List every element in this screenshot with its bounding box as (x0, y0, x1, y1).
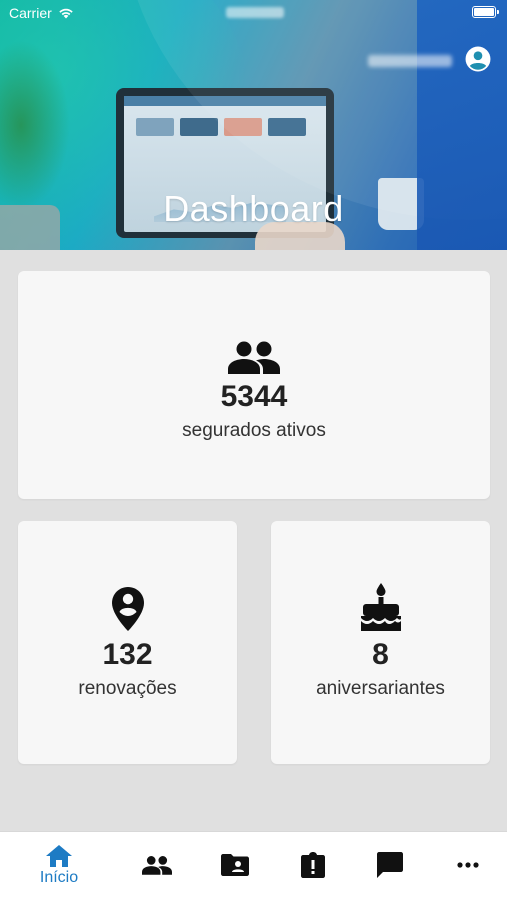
status-bar-carrier: Carrier (9, 5, 74, 21)
carrier-label: Carrier (9, 5, 52, 21)
birthdays-count: 8 (372, 637, 389, 671)
chat-icon (377, 852, 403, 878)
birthdays-label: aniversariantes (316, 677, 445, 699)
more-icon (457, 862, 479, 868)
renewals-count: 132 (102, 637, 153, 671)
tab-contacts[interactable] (219, 832, 251, 901)
birthdays-card[interactable]: 8 aniversariantes (271, 521, 490, 764)
status-time-redacted (226, 7, 284, 18)
tab-messages[interactable] (375, 832, 405, 901)
page-title: Dashboard (163, 188, 344, 229)
renewals-label: renovações (78, 677, 177, 699)
wifi-icon (59, 8, 73, 19)
tab-more[interactable] (451, 832, 485, 901)
tab-tasks[interactable] (298, 832, 328, 901)
home-icon (46, 845, 72, 867)
clipboard-alert-icon (301, 852, 325, 878)
insured-count: 5344 (220, 380, 288, 413)
people-icon (142, 856, 172, 875)
insured-label: segurados ativos (182, 420, 326, 441)
group-icon (228, 328, 280, 374)
account-icon[interactable] (465, 46, 491, 72)
location-pin-icon (111, 586, 145, 632)
tab-inicio-label: Início (39, 869, 79, 886)
user-name-redacted (368, 55, 452, 67)
tab-inicio[interactable]: Início (28, 832, 90, 901)
tab-people[interactable] (140, 832, 174, 901)
insured-card[interactable]: 5344 segurados ativos (18, 271, 490, 499)
plant-decoration (0, 40, 70, 210)
bottom-tab-bar: Início (0, 831, 507, 901)
battery-icon (472, 6, 499, 18)
renewals-card[interactable]: 132 renovações (18, 521, 237, 764)
contact-folder-icon (221, 854, 249, 876)
birthday-cake-icon (359, 582, 403, 632)
